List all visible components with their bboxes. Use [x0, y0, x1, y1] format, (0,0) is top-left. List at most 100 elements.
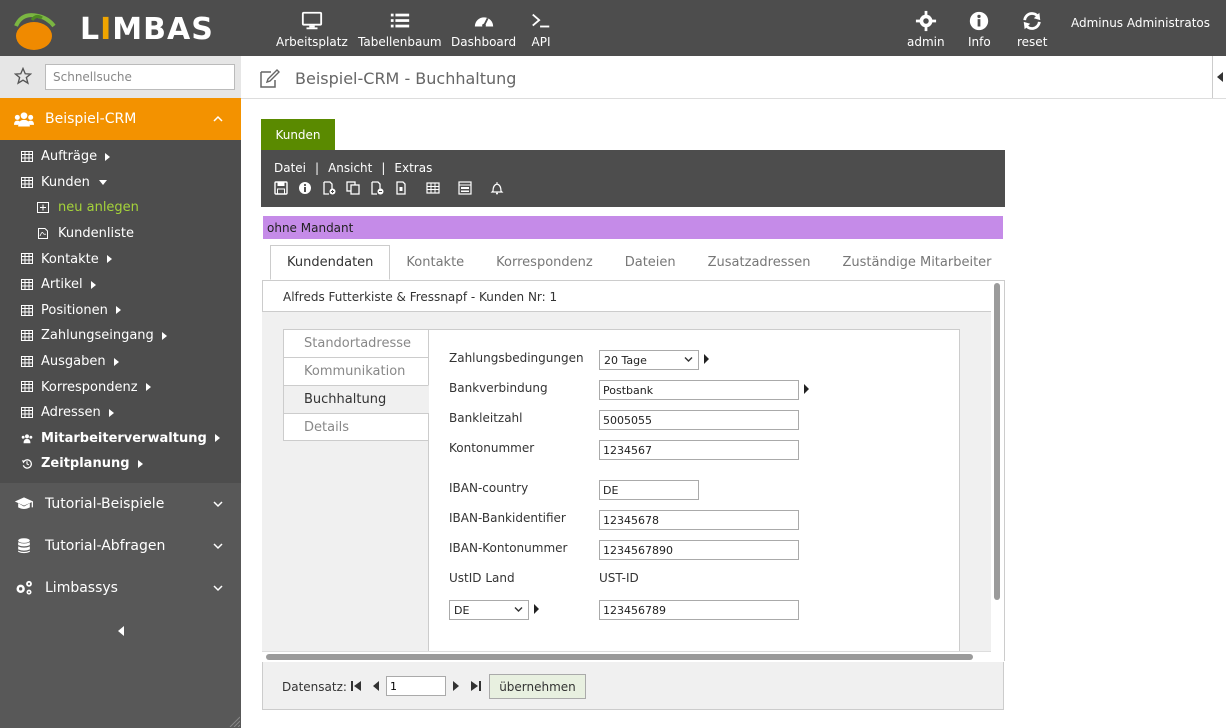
delete-record-icon[interactable] [370, 181, 384, 195]
sidebar-group-tutorial-abfragen[interactable]: Tutorial-Abfragen [0, 525, 241, 567]
scrollbar-thumb[interactable] [994, 283, 1000, 600]
tab-kundendaten[interactable]: Kundendaten [270, 245, 391, 280]
menu-extras[interactable]: Extras [394, 161, 432, 175]
menu-datei[interactable]: Datei [274, 161, 306, 175]
sidebar-group-crm[interactable]: Beispiel-CRM [0, 98, 241, 140]
sidebar-item-auftraege[interactable]: Aufträge [0, 144, 241, 170]
select-ustid-land[interactable]: DE [449, 600, 529, 620]
topnav-arbeitsplatz[interactable]: Arbeitsplatz [276, 10, 348, 49]
next-record-icon[interactable] [450, 680, 462, 692]
topnav-reset[interactable]: reset [1017, 10, 1047, 49]
topnav-dashboard[interactable]: Dashboard [451, 10, 516, 49]
select-zahlungsbedingungen[interactable]: 20 Tage [599, 350, 699, 370]
record-number-input[interactable] [386, 676, 446, 696]
caret-right-icon[interactable] [804, 384, 809, 394]
apply-button[interactable]: übernehmen [489, 674, 586, 699]
table-icon [21, 278, 33, 290]
tab-korrespondenz[interactable]: Korrespondenz [480, 245, 609, 280]
sidebar-item-korrespondenz[interactable]: Korrespondenz [0, 374, 241, 400]
input-iban-bankidentifier[interactable] [599, 510, 799, 530]
sidebar-item-mitarbeiterverwaltung[interactable]: Mitarbeiterverwaltung [0, 426, 241, 452]
archive-icon[interactable] [394, 181, 408, 195]
sidebar-item-artikel[interactable]: Artikel [0, 272, 241, 298]
input-bankleitzahl[interactable] [599, 410, 799, 430]
copy-icon[interactable] [346, 181, 360, 195]
label-iban-country: IBAN-country [449, 481, 529, 495]
subtab-buchhaltung[interactable]: Buchhaltung [283, 385, 429, 413]
form-view-icon[interactable] [458, 181, 472, 195]
tab-zusatzadressen[interactable]: Zusatzadressen [692, 245, 827, 280]
input-ustid[interactable] [599, 600, 799, 620]
last-record-icon[interactable] [470, 680, 482, 692]
input-iban-kontonummer[interactable] [599, 540, 799, 560]
subtab-details[interactable]: Details [283, 413, 429, 441]
horizontal-scrollbar[interactable] [262, 651, 991, 661]
form-menu: Datei | Ansicht | Extras [274, 161, 432, 175]
caret-right-icon [145, 383, 151, 392]
topnav-info[interactable]: Info [968, 10, 991, 49]
caret-down-icon [98, 179, 107, 185]
edit-document-icon [260, 69, 280, 88]
scrollbar-thumb[interactable] [266, 654, 973, 660]
chevron-down-icon [213, 543, 223, 549]
label-ustid: UST-ID [599, 571, 639, 585]
topnav-label: admin [907, 35, 945, 49]
users-icon [14, 112, 34, 127]
sidebar-item-neu-anlegen[interactable]: neu anlegen [0, 195, 241, 221]
vertical-scrollbar[interactable] [991, 281, 1004, 651]
table-view-icon[interactable] [426, 181, 440, 195]
sidebar-item-positionen[interactable]: Positionen [0, 298, 241, 324]
subtab-kommunikation[interactable]: Kommunikation [283, 357, 429, 385]
table-icon [21, 304, 33, 316]
sidebar-item-kunden[interactable]: Kunden [0, 170, 241, 196]
resize-grip-icon[interactable] [228, 715, 240, 727]
topnav-admin[interactable]: admin [907, 10, 945, 49]
collapse-sidebar-icon[interactable] [117, 626, 125, 636]
table-icon [21, 151, 33, 162]
tab-dateien[interactable]: Dateien [609, 245, 692, 280]
table-icon [21, 355, 33, 367]
info-icon[interactable] [298, 181, 312, 195]
gears-icon [16, 580, 32, 595]
chevron-down-icon [684, 357, 693, 362]
previous-record-icon[interactable] [370, 680, 382, 692]
table-tab-kunden[interactable]: Kunden [261, 119, 335, 150]
sidebar-item-zeitplanung[interactable]: Zeitplanung [0, 451, 241, 477]
table-icon [21, 381, 33, 393]
menu-ansicht[interactable]: Ansicht [328, 161, 372, 175]
table-icon [21, 406, 33, 418]
mandant-bar: ohne Mandant [263, 216, 1003, 239]
sidebar-item-kontakte[interactable]: Kontakte [0, 246, 241, 272]
sidebar-item-adressen[interactable]: Adressen [0, 400, 241, 426]
caret-right-icon [90, 280, 96, 289]
bell-icon[interactable] [490, 181, 504, 195]
monitor-icon [301, 11, 322, 30]
right-panel-toggle[interactable] [1212, 56, 1226, 98]
topnav-tabellenbaum[interactable]: Tabellenbaum [358, 10, 442, 49]
input-bankverbindung[interactable] [599, 380, 799, 400]
input-kontonummer[interactable] [599, 440, 799, 460]
subtab-standortadresse[interactable]: Standortadresse [283, 329, 429, 357]
topnav-api[interactable]: API [530, 10, 552, 49]
limbas-logo[interactable]: LIMBAS [12, 6, 242, 50]
sidebar-group-tutorial-beispiele[interactable]: Tutorial-Beispiele [0, 483, 241, 525]
new-record-icon[interactable] [322, 181, 336, 195]
sidebar-group-limbassys[interactable]: Limbassys [0, 567, 241, 609]
first-record-icon[interactable] [350, 680, 362, 692]
chevron-up-icon [213, 115, 223, 122]
user-name[interactable]: Adminus Administratos [1071, 16, 1210, 30]
caret-right-icon[interactable] [534, 604, 539, 614]
pdf-file-icon [38, 227, 48, 239]
sidebar-item-kundenliste[interactable]: Kundenliste [0, 221, 241, 247]
save-icon[interactable] [274, 181, 288, 195]
toolbar-icons [274, 181, 514, 195]
quick-search-input[interactable] [45, 64, 235, 90]
caret-right-icon[interactable] [704, 354, 709, 364]
tab-zustaendige-mitarbeiter[interactable]: Zuständige Mitarbeiter [827, 245, 1008, 280]
sidebar-item-ausgaben[interactable]: Ausgaben [0, 349, 241, 375]
star-icon[interactable] [14, 67, 32, 85]
sidebar-item-zahlungseingang[interactable]: Zahlungseingang [0, 323, 241, 349]
caret-right-icon [106, 255, 112, 264]
input-iban-country[interactable] [599, 480, 699, 500]
tab-kontakte[interactable]: Kontakte [390, 245, 480, 280]
